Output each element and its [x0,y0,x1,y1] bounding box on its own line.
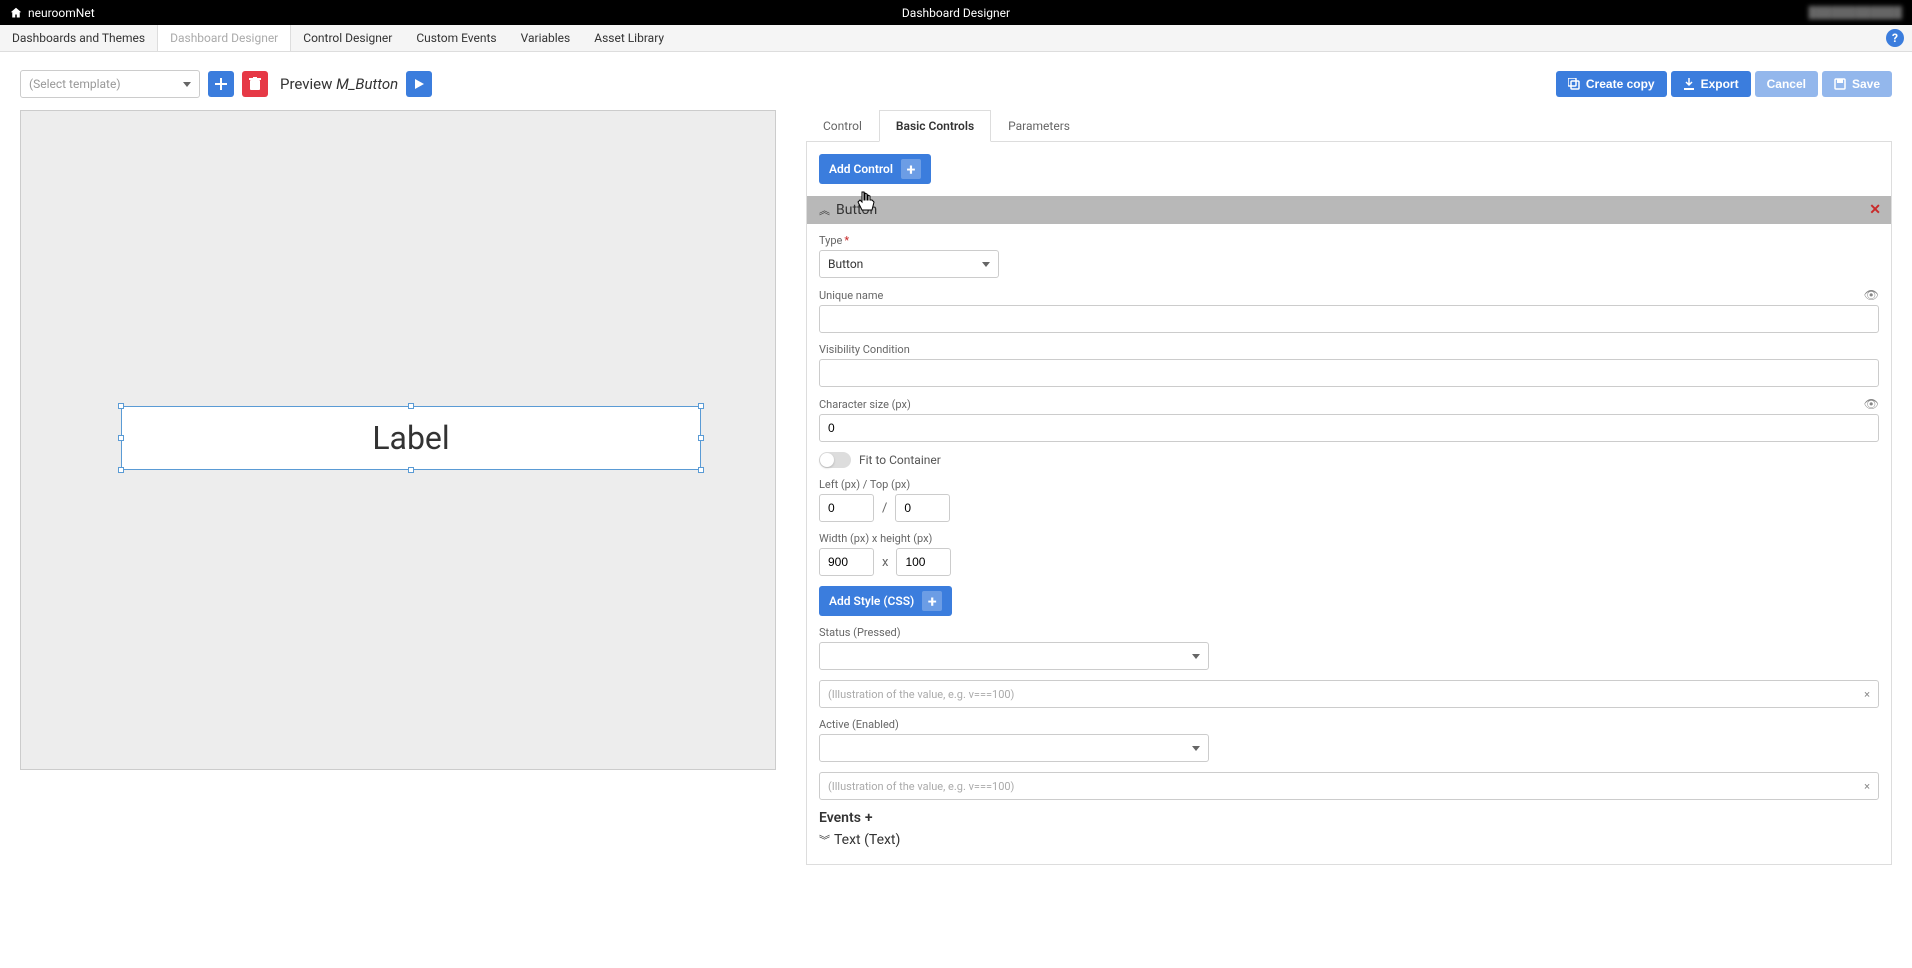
plus-icon: + [922,591,942,611]
expand-icon: ︾ [819,832,830,848]
char-size-label: Character size (px) 👁 [819,397,1879,411]
nav-tabs: Dashboards and Themes Dashboard Designer… [0,25,1912,52]
cancel-button[interactable]: Cancel [1755,71,1818,97]
active-enabled-select[interactable] [819,734,1209,762]
visibility-label: Visibility Condition [819,343,1879,356]
play-icon [413,78,425,90]
plus-icon: + [865,810,873,826]
resize-handle[interactable] [698,467,704,473]
preview-label: Preview M_Button [280,75,398,93]
properties-panel: Control Basic Controls Parameters Add Co… [806,110,1892,865]
panel-tabs: Control Basic Controls Parameters [806,110,1892,142]
collapse-icon: ︽ [819,202,830,218]
copy-icon [1568,78,1580,90]
help-icon[interactable]: ? [1886,29,1904,47]
fit-container-label: Fit to Container [859,453,941,467]
char-size-input[interactable] [819,414,1879,442]
panel-tab-basic-controls[interactable]: Basic Controls [879,110,991,142]
width-input[interactable] [819,548,874,576]
plus-icon [214,77,228,91]
chevron-down-icon [1192,654,1200,659]
resize-handle[interactable] [698,403,704,409]
canvas-element-button[interactable]: Label [121,406,701,470]
add-control-button[interactable]: Add Control + [819,154,931,184]
resize-handle[interactable] [408,467,414,473]
add-button[interactable] [208,71,234,97]
resize-handle[interactable] [118,467,124,473]
status-pressed-select[interactable] [819,642,1209,670]
left-input[interactable] [819,494,874,522]
visibility-toggle-icon[interactable]: 👁 [1864,397,1879,411]
user-label: ████████████ [1808,6,1902,19]
chevron-down-icon [982,262,990,267]
active-enabled-label: Active (Enabled) [819,718,1879,731]
play-button[interactable] [406,71,432,97]
tab-custom-events[interactable]: Custom Events [404,25,508,51]
chevron-down-icon [1192,746,1200,751]
create-copy-button[interactable]: Create copy [1556,71,1667,97]
template-select[interactable]: (Select template) [20,70,200,98]
text-section-header[interactable]: ︾ Text (Text) [819,832,1879,848]
status-pressed-label: Status (Pressed) [819,626,1879,639]
add-style-button[interactable]: Add Style (CSS) + [819,586,952,616]
clear-icon[interactable]: × [1864,688,1870,701]
tab-dashboard-designer[interactable]: Dashboard Designer [157,25,291,51]
clear-icon[interactable]: × [1864,780,1870,793]
tab-dashboards-themes[interactable]: Dashboards and Themes [0,25,157,51]
status-illustration-input[interactable]: (Illustration of the value, e.g. v===100… [819,680,1879,708]
height-input[interactable] [896,548,951,576]
fit-container-toggle[interactable] [819,452,851,468]
home-icon[interactable] [10,7,22,19]
type-label: Type* [819,234,1879,247]
width-height-label: Width (px) x height (px) [819,532,1879,545]
design-canvas[interactable]: Label [20,110,776,770]
trash-icon [249,77,261,91]
tab-asset-library[interactable]: Asset Library [582,25,676,51]
panel-tab-control[interactable]: Control [806,110,879,141]
tab-variables[interactable]: Variables [509,25,583,51]
resize-handle[interactable] [118,403,124,409]
template-placeholder: (Select template) [29,77,121,91]
visibility-input[interactable] [819,359,1879,387]
download-icon [1683,78,1695,90]
delete-button[interactable] [242,71,268,97]
type-select[interactable]: Button [819,250,999,278]
resize-handle[interactable] [698,435,704,441]
canvas-element-label: Label [372,419,449,457]
topbar: neuroomNet Dashboard Designer ██████████… [0,0,1912,25]
plus-icon: + [901,159,921,179]
delete-section-icon[interactable]: ✕ [1869,202,1881,218]
save-button[interactable]: Save [1822,71,1892,97]
export-button[interactable]: Export [1671,71,1751,97]
brand-label: neuroomNet [28,6,95,20]
page-title: Dashboard Designer [902,6,1010,20]
active-illustration-input[interactable]: (Illustration of the value, e.g. v===100… [819,772,1879,800]
unique-name-input[interactable] [819,305,1879,333]
top-input[interactable] [895,494,950,522]
save-icon [1834,78,1846,90]
tab-control-designer[interactable]: Control Designer [291,25,404,51]
left-top-label: Left (px) / Top (px) [819,478,1879,491]
section-title: Button [836,202,877,218]
events-header[interactable]: Events + [819,810,1879,826]
visibility-toggle-icon[interactable]: 👁 [1864,288,1879,302]
section-header-button[interactable]: ︽ Button ✕ [807,196,1891,224]
toolbar: (Select template) Preview M_Button Creat… [0,52,1912,110]
chevron-down-icon [183,82,191,87]
resize-handle[interactable] [408,403,414,409]
panel-tab-parameters[interactable]: Parameters [991,110,1087,141]
resize-handle[interactable] [118,435,124,441]
unique-name-label: Unique name 👁 [819,288,1879,302]
